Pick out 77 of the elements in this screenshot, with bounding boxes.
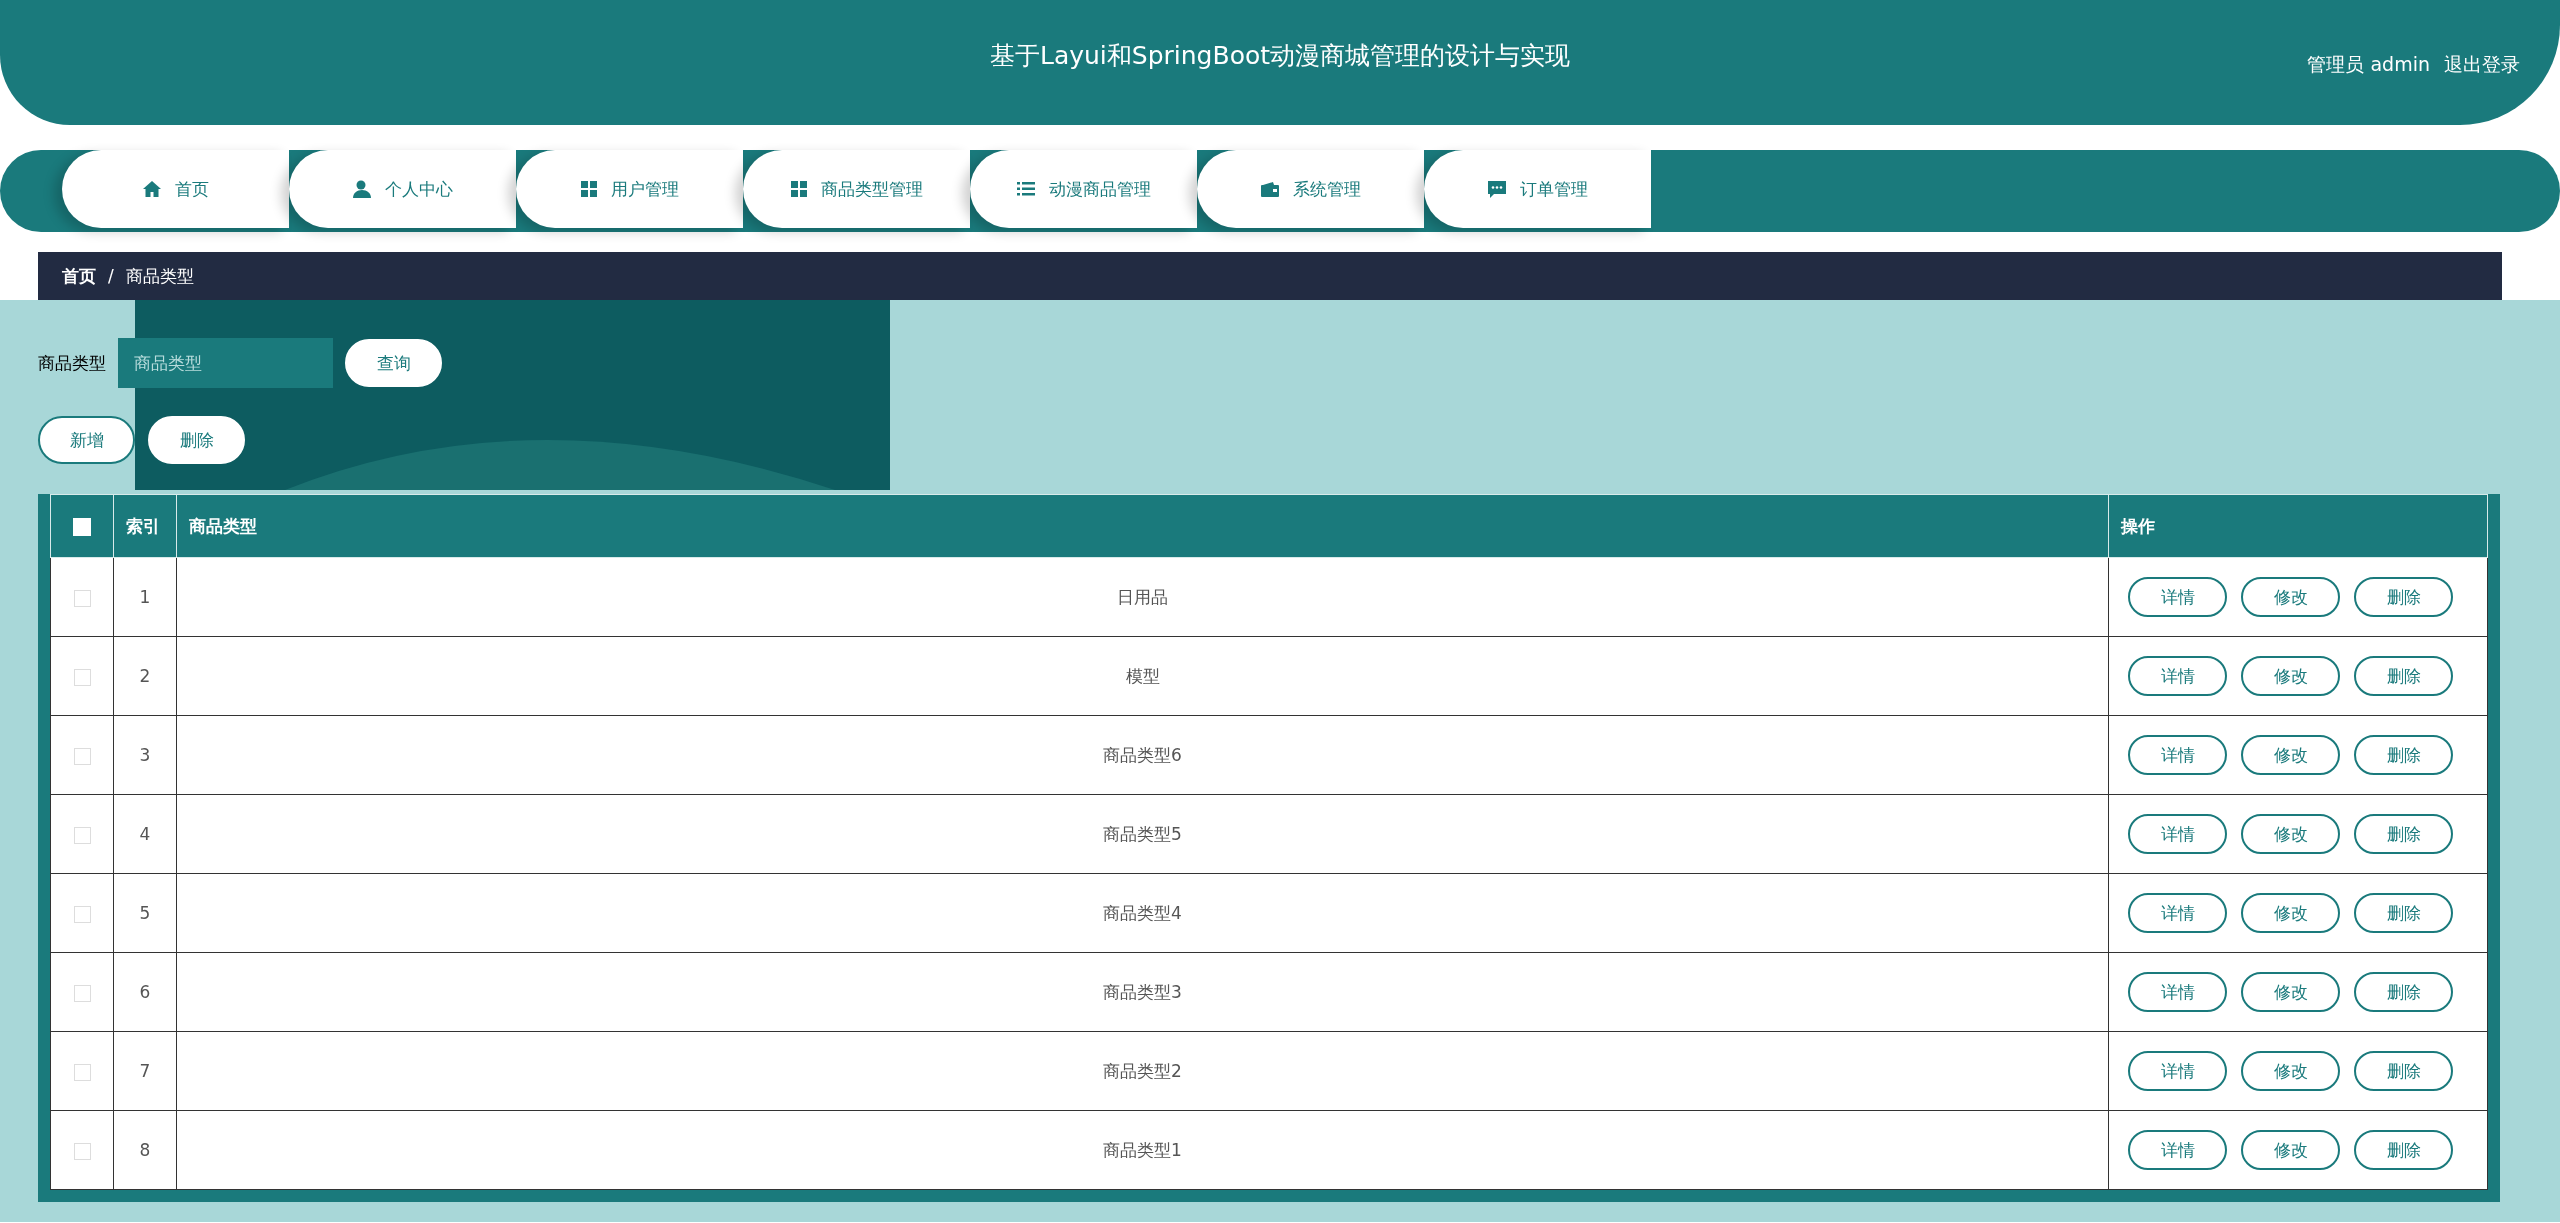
search-button[interactable]: 查询 (345, 339, 442, 387)
details-button[interactable]: 详情 (2128, 893, 2227, 933)
select-all-checkbox[interactable] (73, 518, 91, 536)
table-cell: 模型 (176, 636, 2109, 716)
table-cell: 6 (113, 952, 177, 1032)
table-cell: 2 (113, 636, 177, 716)
search-field[interactable]: 商品类型 (118, 338, 333, 388)
edit-button[interactable]: 修改 (2241, 1051, 2340, 1091)
details-button[interactable]: 详情 (2128, 577, 2227, 617)
logout-link[interactable]: 退出登录 (2444, 52, 2520, 78)
table-cell: 商品类型5 (176, 794, 2109, 874)
edit-button[interactable]: 修改 (2241, 1130, 2340, 1170)
breadcrumb-item[interactable]: 首页 (62, 264, 96, 288)
delete-button[interactable]: 删除 (2354, 1130, 2453, 1170)
app-title: 基于Layui和SpringBoot动漫商城管理的设计与实现 (989, 40, 1571, 72)
search-label: 商品类型 (38, 351, 106, 375)
delete-button[interactable]: 删除 (2354, 972, 2453, 1012)
delete-button[interactable]: 删除 (2354, 1051, 2453, 1091)
edit-button[interactable]: 修改 (2241, 577, 2340, 617)
table-cell: 8 (113, 1110, 177, 1190)
details-button[interactable]: 详情 (2128, 735, 2227, 775)
delete-button[interactable]: 删除 (2354, 577, 2453, 617)
table-cell: 3 (113, 715, 177, 795)
delete-button[interactable]: 删除 (2354, 893, 2453, 933)
row-checkbox[interactable] (73, 984, 91, 1002)
table-cell: 7 (113, 1031, 177, 1111)
table-cell: 商品类型3 (176, 952, 2109, 1032)
breadcrumb-item[interactable]: 商品类型 (125, 264, 194, 288)
table-cell: 商品类型6 (176, 715, 2109, 795)
column-header: 商品类型 (176, 494, 2109, 558)
edit-button[interactable]: 修改 (2241, 893, 2340, 933)
user-label: 管理员 admin (2307, 52, 2430, 77)
column-header: 操作 (2108, 494, 2488, 558)
row-checkbox[interactable] (73, 1063, 91, 1081)
details-button[interactable]: 详情 (2128, 656, 2227, 696)
nav-tab[interactable]: 用户管理 (516, 150, 743, 228)
details-button[interactable]: 详情 (2128, 1051, 2227, 1091)
breadcrumb-separator: / (108, 266, 114, 286)
edit-button[interactable]: 修改 (2241, 656, 2340, 696)
nav-tab[interactable]: 首页 (62, 150, 289, 228)
chat-icon (1487, 180, 1506, 198)
table-cell: 5 (113, 873, 177, 953)
nav-tab[interactable]: 商品类型管理 (743, 150, 970, 228)
row-checkbox[interactable] (73, 1142, 91, 1160)
row-checkbox[interactable] (73, 905, 91, 923)
details-button[interactable]: 详情 (2128, 972, 2227, 1012)
table-cell: 日用品 (176, 557, 2109, 637)
wallet-icon (1260, 181, 1279, 197)
row-checkbox[interactable] (73, 668, 91, 686)
table-cell: 商品类型1 (176, 1110, 2109, 1190)
edit-button[interactable]: 修改 (2241, 735, 2340, 775)
grid-icon (580, 181, 597, 197)
edit-button[interactable]: 修改 (2241, 814, 2340, 854)
column-header: 索引 (113, 494, 177, 558)
table-cell: 4 (113, 794, 177, 874)
table-cell: 商品类型2 (176, 1031, 2109, 1111)
delete-button[interactable]: 删除 (2354, 656, 2453, 696)
nav-tab[interactable]: 订单管理 (1424, 150, 1651, 228)
nav-tab[interactable]: 系统管理 (1197, 150, 1424, 228)
details-button[interactable]: 详情 (2128, 1130, 2227, 1170)
home-icon (142, 181, 161, 197)
edit-button[interactable]: 修改 (2241, 972, 2340, 1012)
row-checkbox[interactable] (73, 826, 91, 844)
delete-button[interactable]: 删除 (2354, 735, 2453, 775)
person-icon (352, 180, 371, 198)
list-icon (1016, 182, 1035, 196)
table-cell: 商品类型4 (176, 873, 2109, 953)
delete-button[interactable]: 删除 (2354, 814, 2453, 854)
delete-button[interactable]: 删除 (148, 416, 245, 464)
add-button[interactable]: 新增 (38, 416, 135, 464)
details-button[interactable]: 详情 (2128, 814, 2227, 854)
row-checkbox[interactable] (73, 589, 91, 607)
row-checkbox[interactable] (73, 747, 91, 765)
table-cell: 1 (113, 557, 177, 637)
nav-tab[interactable]: 动漫商品管理 (970, 150, 1197, 228)
grid-icon (790, 181, 807, 197)
nav-tab[interactable]: 个人中心 (289, 150, 516, 228)
